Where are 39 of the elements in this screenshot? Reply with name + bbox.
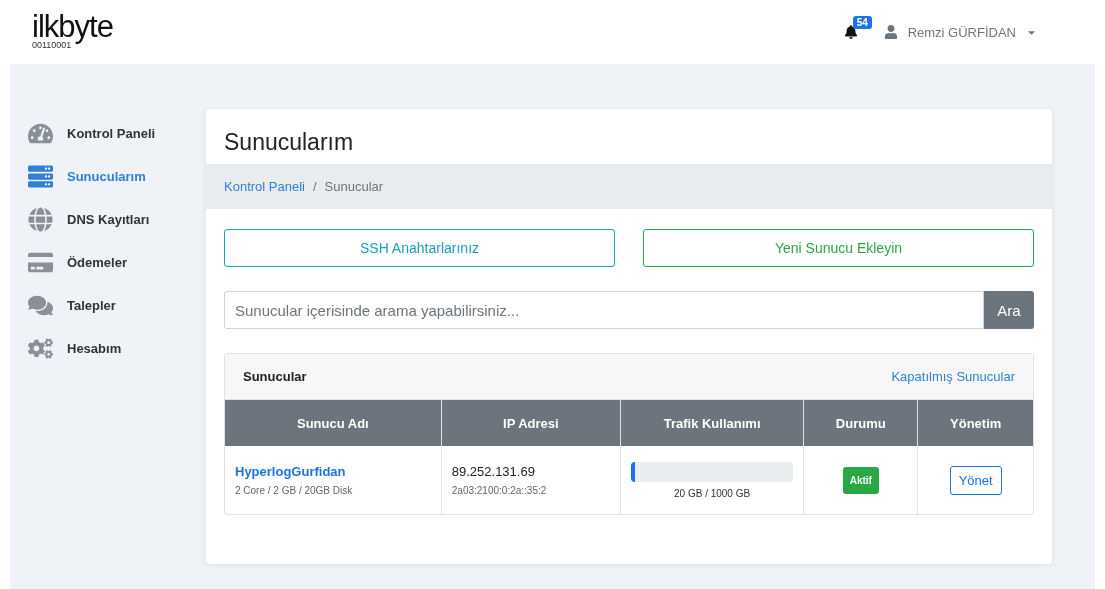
gauge-icon bbox=[28, 121, 53, 146]
bell-icon[interactable] bbox=[843, 25, 858, 39]
sidebar-item[interactable]: Kontrol Paneli bbox=[28, 121, 188, 146]
sidebar-item[interactable]: Ödemeler bbox=[28, 250, 188, 275]
ipv6-address: 2a03:2100:0:2a::35:2 bbox=[451, 485, 548, 496]
column-header: Sunucu Adı bbox=[225, 400, 442, 446]
add-server-button[interactable]: Yeni Sunucu Ekleyin bbox=[643, 229, 1034, 267]
gears-icon bbox=[28, 336, 53, 361]
logo-subtitle: 00110001 bbox=[32, 40, 72, 50]
server-icon bbox=[28, 164, 53, 189]
credit-card-icon bbox=[28, 250, 53, 275]
breadcrumb-separator: / bbox=[312, 179, 317, 194]
ip-address: 89.252.131.69 bbox=[451, 464, 536, 479]
closed-servers-link[interactable]: Kapatılmış Sunucular bbox=[891, 369, 1015, 384]
breadcrumb-current: Sunucular bbox=[324, 179, 384, 194]
chat-icon bbox=[28, 293, 53, 318]
sidebar-item[interactable]: DNS Kayıtları bbox=[28, 207, 188, 232]
manage-button[interactable]: Yönet bbox=[949, 465, 1002, 495]
sidebar-item[interactable]: Sunucularım bbox=[28, 164, 188, 189]
notification-count: 54 bbox=[852, 16, 872, 29]
column-header: Trafik Kullanımı bbox=[620, 400, 804, 446]
search-button[interactable]: Ara bbox=[984, 291, 1034, 329]
server-name-link[interactable]: HyperlogGurfidan bbox=[235, 464, 431, 479]
traffic-reading: 20 GB / 1000 GB bbox=[673, 487, 752, 499]
sidebar-item[interactable]: Talepler bbox=[28, 293, 188, 318]
user-menu[interactable]: Remzi GÜRFİDAN bbox=[883, 24, 1037, 40]
ssh-keys-button[interactable]: SSH Anahtarlarınız bbox=[224, 229, 615, 267]
sidebar-item[interactable]: Hesabım bbox=[28, 336, 188, 361]
column-header: Durumu bbox=[803, 400, 918, 446]
breadcrumb-link[interactable]: Kontrol Paneli bbox=[224, 179, 305, 194]
column-header: Yönetim bbox=[917, 400, 1033, 446]
column-header: IP Adresi bbox=[441, 400, 621, 446]
page-title: Sunucularım bbox=[223, 128, 355, 157]
globe-icon bbox=[28, 207, 53, 232]
panel-title: Sunucular bbox=[243, 369, 307, 384]
status-badge: Aktif bbox=[842, 466, 879, 494]
user-icon bbox=[883, 25, 898, 39]
search-field[interactable]: Sunucular içerisinde arama yapabilirsiniz... bbox=[224, 291, 984, 329]
server-specs: 2 Core / 2 GB / 20GB Disk bbox=[235, 485, 354, 496]
